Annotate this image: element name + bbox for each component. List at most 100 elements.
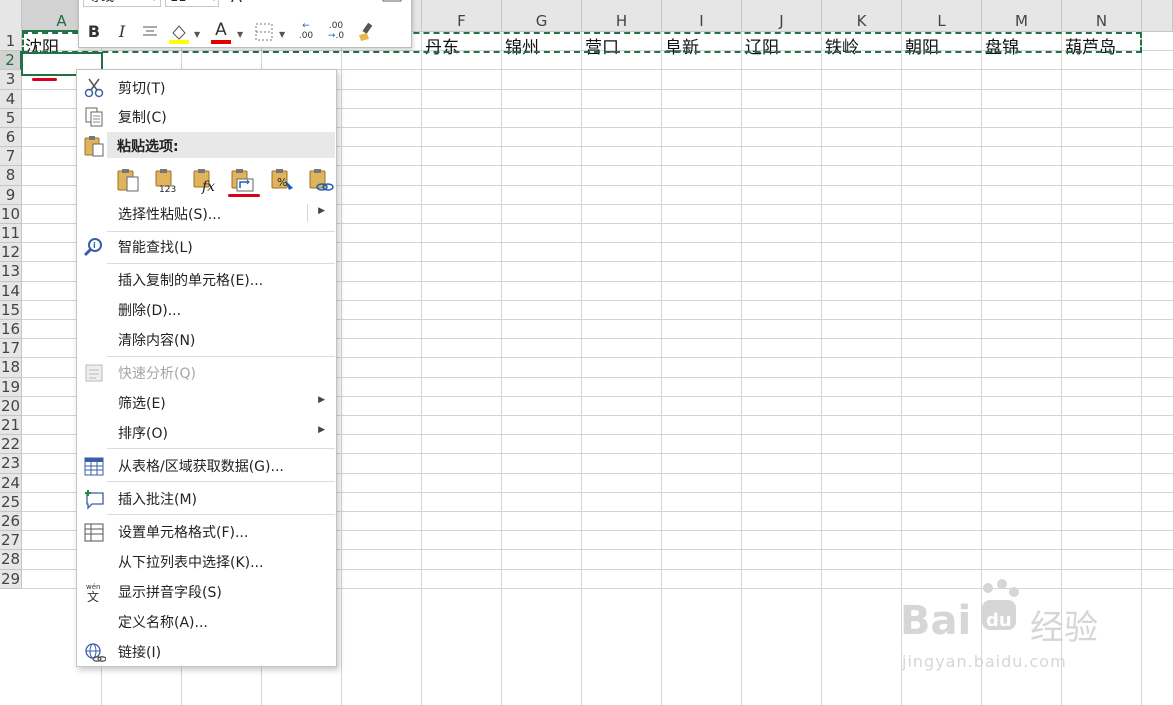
row-header-23[interactable]: 23 <box>0 454 22 474</box>
menu-item-paste-special[interactable]: 选择性粘贴(S)... ▶ <box>78 199 335 228</box>
row-header-16[interactable]: 16 <box>0 320 22 340</box>
row-header-18[interactable]: 18 <box>0 358 22 378</box>
row-header-21[interactable]: 21 <box>0 416 22 436</box>
column-header-h[interactable]: H <box>582 0 662 32</box>
menu-item-filter[interactable]: 筛选(E) ▶ <box>78 388 335 417</box>
row-header-28[interactable]: 28 <box>0 550 22 570</box>
context-menu: 剪切(T) 复制(C) 粘贴选项: 123 fx % 选择性粘贴(S)... ▶ <box>76 69 337 667</box>
row-header-1[interactable]: 1 <box>0 32 22 52</box>
column-header-i[interactable]: I <box>662 0 742 32</box>
chevron-down-icon[interactable]: ▼ <box>151 0 157 2</box>
menu-item-link[interactable]: 链接(I) <box>78 637 335 666</box>
shrink-font-button[interactable]: A <box>259 0 268 4</box>
row-header-10[interactable]: 10 <box>0 204 22 224</box>
menu-item-get-data-from-table[interactable]: 从表格/区域获取数据(G)... <box>78 451 335 480</box>
pinyin-icon: wén 文 <box>82 580 106 604</box>
column-header-k[interactable]: K <box>822 0 902 32</box>
column-header-o[interactable] <box>1142 0 1173 32</box>
format-painter-icon[interactable] <box>355 21 377 43</box>
column-gridline <box>821 32 822 705</box>
row-header-27[interactable]: 27 <box>0 531 22 551</box>
menu-item-format-cells[interactable]: 设置单元格格式(F)... <box>78 517 335 546</box>
fill-color-icon[interactable] <box>167 21 191 44</box>
menu-item-define-name[interactable]: 定义名称(A)... <box>78 607 335 636</box>
row-header-22[interactable]: 22 <box>0 435 22 455</box>
bold-button[interactable]: B <box>83 21 105 43</box>
column-header-g[interactable]: G <box>502 0 582 32</box>
menu-item-copy[interactable]: 复制(C) <box>78 102 335 131</box>
menu-item-label: 插入复制的单元格(E)... <box>118 273 264 289</box>
row-header-9[interactable]: 9 <box>0 185 22 205</box>
menu-item-label: 排序(O) <box>118 426 168 442</box>
font-color-button[interactable]: A <box>209 21 233 44</box>
column-header-f[interactable]: F <box>422 0 502 32</box>
column-gridline <box>581 32 582 705</box>
format-painter-box-icon[interactable] <box>381 0 403 3</box>
menu-item-delete[interactable]: 删除(D)... <box>78 295 335 324</box>
menu-item-label: 显示拼音字段(S) <box>118 585 222 601</box>
quick-analysis-icon <box>82 361 106 385</box>
column-header-n[interactable]: N <box>1062 0 1142 32</box>
chevron-down-icon[interactable]: ▼ <box>237 30 243 39</box>
menu-item-insert-copied-cells[interactable]: 插入复制的单元格(E)... <box>78 265 335 294</box>
row-header-2[interactable]: 2 <box>0 51 22 71</box>
chevron-down-icon[interactable]: ▼ <box>194 30 200 39</box>
paste-transpose-icon[interactable] <box>229 166 255 194</box>
percent-style-button[interactable]: % <box>325 0 338 3</box>
row-header-15[interactable]: 15 <box>0 300 22 320</box>
row-header-26[interactable]: 26 <box>0 512 22 532</box>
align-center-icon[interactable] <box>139 21 161 43</box>
row-header-19[interactable]: 19 <box>0 377 22 397</box>
paw-logo-icon <box>976 576 1022 636</box>
increase-decimal-icon[interactable]: ← .00 <box>293 21 319 43</box>
menu-item-smart-lookup[interactable]: i 智能查找(L) <box>78 232 335 261</box>
row-header-5[interactable]: 5 <box>0 108 22 128</box>
column-header-m[interactable]: M <box>982 0 1062 32</box>
paste-formulas-icon[interactable]: fx <box>191 166 217 195</box>
row-header-11[interactable]: 11 <box>0 224 22 244</box>
paste-formatting-icon[interactable]: % <box>269 166 295 194</box>
font-color-swatch <box>211 40 231 44</box>
row-header-24[interactable]: 24 <box>0 473 22 493</box>
menu-item-pick-from-dropdown[interactable]: 从下拉列表中选择(K)... <box>78 547 335 576</box>
paste-values-icon[interactable]: 123 <box>153 166 179 195</box>
font-name-box[interactable]: 等线 <box>83 0 161 7</box>
borders-icon[interactable] <box>253 21 275 43</box>
grow-font-button[interactable]: A <box>231 0 242 6</box>
accounting-format-icon[interactable] <box>284 0 306 1</box>
svg-text:fx: fx <box>201 179 215 194</box>
column-gridline <box>501 32 502 705</box>
menu-item-quick-analysis: 快速分析(Q) <box>78 358 335 387</box>
chevron-down-icon[interactable]: ▼ <box>279 30 285 39</box>
row-header-7[interactable]: 7 <box>0 147 22 167</box>
paste-icon[interactable] <box>115 166 141 194</box>
paste-link-icon[interactable] <box>307 166 334 194</box>
menu-item-sort[interactable]: 排序(O) ▶ <box>78 418 335 447</box>
row-header-20[interactable]: 20 <box>0 396 22 416</box>
chevron-down-icon[interactable]: ▼ <box>211 0 217 2</box>
row-header-14[interactable]: 14 <box>0 281 22 301</box>
row-header-4[interactable]: 4 <box>0 89 22 109</box>
column-header-j[interactable]: J <box>742 0 822 32</box>
select-all-corner[interactable] <box>0 0 22 32</box>
column-gridline <box>741 32 742 705</box>
row-header-12[interactable]: 12 <box>0 243 22 263</box>
menu-item-cut[interactable]: 剪切(T) <box>78 73 335 102</box>
menu-item-clear-contents[interactable]: 清除内容(N) <box>78 325 335 354</box>
menu-item-label: 删除(D)... <box>118 303 182 319</box>
menu-item-label: 设置单元格格式(F)... <box>118 525 249 541</box>
menu-item-show-phonetic[interactable]: wén 文 显示拼音字段(S) <box>78 577 335 606</box>
menu-item-insert-comment[interactable]: 插入批注(M) <box>78 484 335 513</box>
row-header-29[interactable]: 29 <box>0 569 22 589</box>
column-header-l[interactable]: L <box>902 0 982 32</box>
decrease-decimal-icon[interactable]: .00 →.0 <box>323 21 349 43</box>
copy-icon <box>82 105 106 129</box>
comma-style-icon[interactable]: › <box>355 0 360 1</box>
row-header-6[interactable]: 6 <box>0 128 22 148</box>
italic-button[interactable]: I <box>111 21 133 43</box>
row-header-13[interactable]: 13 <box>0 262 22 282</box>
row-header-17[interactable]: 17 <box>0 339 22 359</box>
row-header-8[interactable]: 8 <box>0 166 22 186</box>
row-header-25[interactable]: 25 <box>0 492 22 512</box>
row-header-3[interactable]: 3 <box>0 70 22 90</box>
